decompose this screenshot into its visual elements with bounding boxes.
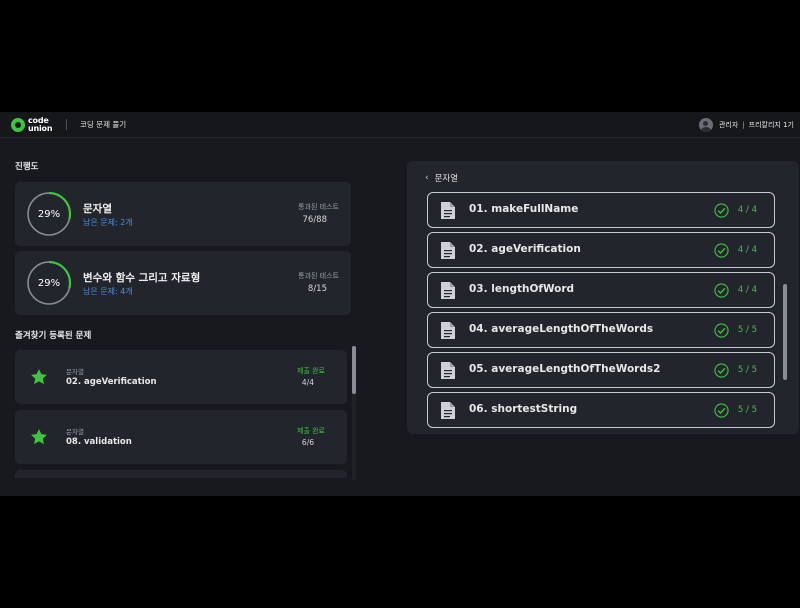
document-icon [441, 322, 455, 339]
check-circle-icon [714, 403, 729, 418]
favorite-score: 4/4 [301, 378, 314, 387]
progress-percent: 29% [37, 277, 61, 289]
document-icon [441, 242, 455, 259]
problem-score: 5 / 5 [737, 405, 757, 415]
favorite-item[interactable]: 문자열 02. ageVerification 제출 완료 4/4 [15, 350, 347, 404]
problem-score: 4 / 4 [737, 205, 757, 215]
chevron-left-icon: ‹ [425, 173, 429, 183]
user-menu[interactable]: 관리자 | 프리칼리지 1기 [698, 116, 794, 134]
problem-item[interactable]: 06. shortestString 5 / 5 [427, 392, 775, 428]
star-icon[interactable] [29, 427, 49, 447]
logo-line-2: union [28, 124, 53, 133]
user-group: 프리칼리지 1기 [748, 121, 794, 129]
problem-item[interactable]: 01. makeFullName 4 / 4 [427, 192, 775, 228]
problem-name: 01. makeFullName [469, 203, 579, 215]
check-circle-icon [714, 283, 729, 298]
problem-name: 03. lengthOfWord [469, 283, 575, 295]
favorites-scrollbar-thumb[interactable] [352, 346, 356, 394]
document-icon [441, 282, 455, 299]
favorite-category: 문자열 [66, 428, 84, 436]
top-header: code union 코딩 문제 풀기 관리자 | 프리칼리지 1기 [0, 112, 800, 138]
problem-item[interactable]: 05. averageLengthOfTheWords2 5 / 5 [427, 352, 775, 388]
problem-item[interactable]: 03. lengthOfWord 4 / 4 [427, 272, 775, 308]
user-avatar-icon[interactable] [698, 118, 713, 132]
favorite-problem-name: 02. ageVerification [66, 377, 157, 387]
favorite-item-partial[interactable] [15, 470, 347, 478]
check-circle-icon [714, 203, 729, 218]
favorite-score: 6/6 [301, 438, 314, 447]
favorite-problem-name: 08. validation [66, 437, 132, 447]
progress-percent: 29% [37, 208, 61, 220]
back-button[interactable]: ‹ 문자열 [425, 172, 458, 184]
check-circle-icon [714, 323, 729, 338]
app-window: code union 코딩 문제 풀기 관리자 | 프리칼리지 1기 진행도 2… [0, 112, 800, 496]
favorite-category: 문자열 [66, 368, 84, 376]
passed-tests-label: 통과된 테스트 [298, 203, 339, 211]
progress-card-title: 변수와 함수 그리고 자료형 [83, 272, 201, 284]
favorites-list[interactable]: 문자열 02. ageVerification 제출 완료 4/4 문자열 08… [15, 350, 349, 478]
submission-status: 제출 완료 [297, 367, 325, 375]
document-icon [441, 362, 455, 379]
problem-list[interactable]: 01. makeFullName 4 / 4 02. ageVerificati… [427, 192, 775, 428]
remaining-problems: 남은 문제: 2개 [83, 218, 133, 227]
problem-score: 5 / 5 [737, 365, 757, 375]
progress-card-strings[interactable]: 29% 문자열 남은 문제: 2개 통과된 테스트 76/88 [15, 182, 351, 246]
logo-text: code union [28, 117, 53, 133]
submission-status: 제출 완료 [297, 427, 325, 435]
favorite-item[interactable]: 문자열 08. validation 제출 완료 6/6 [15, 410, 347, 464]
document-icon [441, 402, 455, 419]
user-role: 관리자 [718, 121, 739, 129]
document-icon [441, 202, 455, 219]
problem-score: 4 / 4 [737, 245, 757, 255]
favorites-section-title: 즐겨찾기 등록된 문제 [15, 331, 92, 341]
problem-item[interactable]: 02. ageVerification 4 / 4 [427, 232, 775, 268]
progress-section-title: 진행도 [15, 162, 39, 172]
problem-name: 04. averageLengthOfTheWords [469, 323, 654, 335]
check-circle-icon [714, 363, 729, 378]
header-title[interactable]: 코딩 문제 풀기 [80, 119, 126, 130]
passed-tests-value: 8/15 [307, 284, 327, 294]
progress-card-variables[interactable]: 29% 변수와 함수 그리고 자료형 남은 문제: 4개 통과된 테스트 8/1… [15, 251, 351, 315]
star-icon[interactable] [29, 367, 49, 387]
problem-score: 5 / 5 [737, 325, 757, 335]
header-divider [66, 119, 67, 130]
remaining-problems: 남은 문제: 4개 [83, 287, 133, 296]
user-separator: | [742, 121, 745, 129]
problem-item[interactable]: 04. averageLengthOfTheWords 5 / 5 [427, 312, 775, 348]
problem-name: 02. ageVerification [469, 243, 581, 255]
problem-name: 05. averageLengthOfTheWords2 [469, 363, 661, 375]
problem-list-panel: ‹ 문자열 01. makeFullName 4 / 4 02. ageVeri… [407, 161, 799, 434]
progress-card-title: 문자열 [83, 203, 112, 215]
passed-tests-label: 통과된 테스트 [298, 272, 339, 280]
logo[interactable]: code union [11, 115, 53, 135]
code-union-logo-icon [11, 118, 25, 132]
problem-name: 06. shortestString [469, 403, 578, 415]
problem-list-scrollbar-thumb[interactable] [783, 284, 787, 380]
problem-score: 4 / 4 [737, 285, 757, 295]
check-circle-icon [714, 243, 729, 258]
passed-tests-value: 76/88 [302, 215, 328, 225]
category-label: 문자열 [434, 174, 459, 184]
